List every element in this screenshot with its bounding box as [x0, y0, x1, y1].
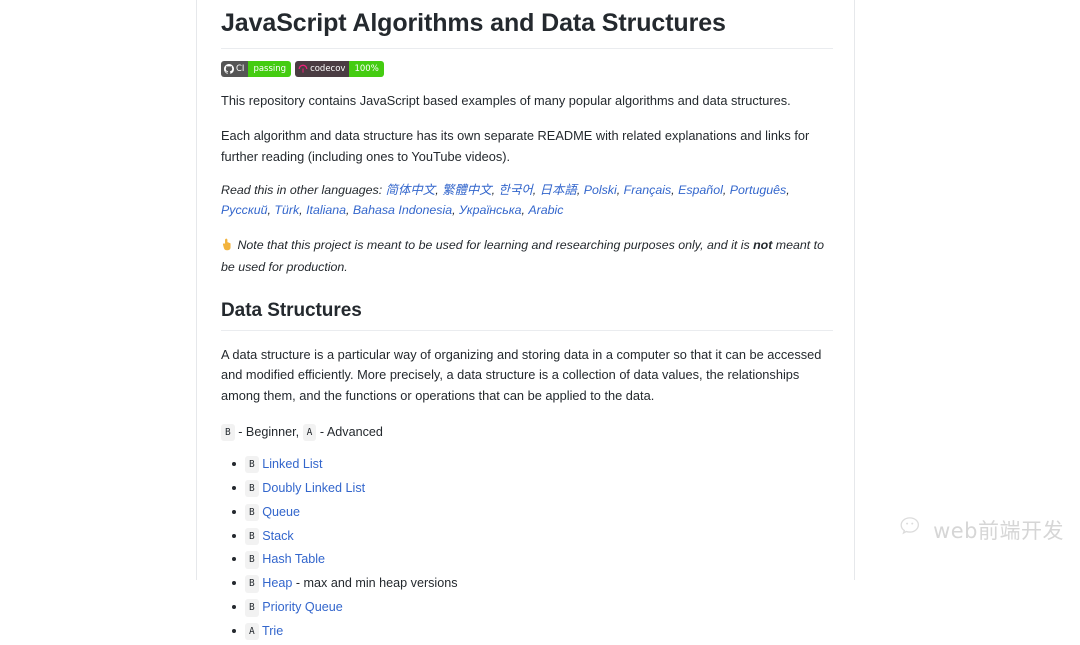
watermark-text: web前端开发: [933, 519, 1064, 543]
codecov-umbrella-icon: [298, 64, 308, 74]
language-separator: ,: [786, 183, 790, 198]
data-structure-link[interactable]: Doubly Linked List: [262, 481, 365, 495]
language-link[interactable]: Bahasa Indonesia: [353, 203, 452, 217]
data-structure-link[interactable]: Priority Queue: [262, 600, 343, 614]
list-item: B Doubly Linked List: [232, 478, 833, 498]
language-link[interactable]: 한국어: [499, 183, 533, 197]
language-link[interactable]: 日本語: [540, 183, 577, 197]
data-structure-link[interactable]: Stack: [262, 529, 294, 543]
pointing-up-hand-icon: [221, 237, 232, 257]
language-link[interactable]: 简体中文: [386, 183, 436, 197]
ci-badge-label: CI: [236, 64, 245, 75]
codecov-badge-value: 100%: [349, 61, 384, 78]
level-badge: B: [245, 575, 259, 593]
language-link[interactable]: Português: [730, 183, 786, 197]
legend-beginner-text: - Beginner,: [234, 424, 303, 439]
language-separator: ,: [532, 183, 540, 198]
legend-beginner-badge: B: [221, 423, 235, 441]
watermark: web前端开发: [900, 515, 1064, 545]
list-item: B Linked List: [232, 454, 833, 474]
list-item: B Queue: [232, 502, 833, 522]
languages-paragraph: Read this in other languages: 简体中文, 繁體中文…: [221, 181, 833, 220]
list-item: B Stack: [232, 526, 833, 546]
readme-container: JavaScript Algorithms and Data Structure…: [196, 0, 855, 641]
language-link[interactable]: Italiana: [306, 203, 346, 217]
level-badge: B: [245, 599, 259, 617]
language-link[interactable]: Русский: [221, 203, 267, 217]
page-root: JavaScript Algorithms and Data Structure…: [0, 0, 1080, 641]
language-separator: ,: [452, 203, 460, 217]
ci-badge[interactable]: CI passing: [221, 61, 292, 78]
language-link[interactable]: Français: [624, 183, 672, 197]
data-structure-link[interactable]: Linked List: [262, 457, 322, 471]
languages-lead: Read this in other languages:: [221, 183, 386, 198]
level-badge: B: [245, 527, 259, 545]
section-title-data-structures: Data Structures: [221, 299, 833, 331]
language-link[interactable]: Українська: [459, 203, 521, 217]
readme-paragraph: Each algorithm and data structure has it…: [221, 127, 810, 164]
level-badge: B: [245, 479, 259, 498]
codecov-badge[interactable]: codecov 100%: [295, 61, 384, 78]
data-structure-link[interactable]: Queue: [262, 505, 300, 519]
codecov-badge-left: codecov: [295, 61, 350, 78]
list-item: A Trie: [232, 621, 833, 641]
data-structures-list: B Linked List B Doubly Linked List B Queue…: [221, 454, 833, 642]
list-item-suffix: - max and min heap versions: [292, 576, 458, 591]
legend-advanced-text: - Advanced: [316, 424, 383, 439]
level-badge: A: [245, 623, 259, 641]
language-separator: ,: [346, 203, 353, 217]
list-item: B Heap - max and min heap versions: [232, 573, 833, 593]
data-structure-link[interactable]: Heap: [262, 576, 292, 590]
language-separator: ,: [576, 183, 584, 198]
note-emphasis: not: [753, 237, 773, 252]
level-legend: B - Beginner, A - Advanced: [221, 422, 833, 442]
note-paragraph: Note that this project is meant to be us…: [221, 235, 833, 277]
legend-advanced-badge: A: [302, 423, 317, 441]
data-structure-link[interactable]: Trie: [262, 624, 283, 638]
intro-paragraph: This repository contains JavaScript base…: [221, 93, 791, 109]
note-text-before: Note that this project is meant to be us…: [234, 237, 754, 252]
data-structures-description: A data structure is a particular way of …: [221, 346, 822, 403]
language-separator: ,: [616, 183, 624, 198]
language-link[interactable]: 繁體中文: [442, 183, 492, 197]
badge-row: CI passing codecov 100%: [221, 61, 833, 78]
level-badge: B: [245, 503, 259, 521]
ci-badge-left: CI: [221, 61, 249, 78]
level-badge: B: [245, 551, 259, 569]
page-title: JavaScript Algorithms and Data Structure…: [221, 8, 833, 50]
data-structure-link[interactable]: Hash Table: [262, 552, 325, 566]
language-separator: ,: [491, 183, 499, 198]
language-link[interactable]: Español: [678, 183, 723, 197]
wechat-icon: [900, 516, 926, 545]
language-link[interactable]: Türk: [274, 203, 299, 217]
language-link[interactable]: Polski: [584, 183, 617, 197]
github-icon: [224, 64, 234, 75]
list-item: B Priority Queue: [232, 597, 833, 617]
readme-content: JavaScript Algorithms and Data Structure…: [221, 0, 833, 645]
ci-badge-status: passing: [248, 61, 292, 78]
language-separator: ,: [722, 183, 730, 198]
level-badge: B: [245, 455, 259, 474]
codecov-badge-label: codecov: [310, 64, 346, 75]
language-link[interactable]: Arabic: [528, 203, 563, 217]
